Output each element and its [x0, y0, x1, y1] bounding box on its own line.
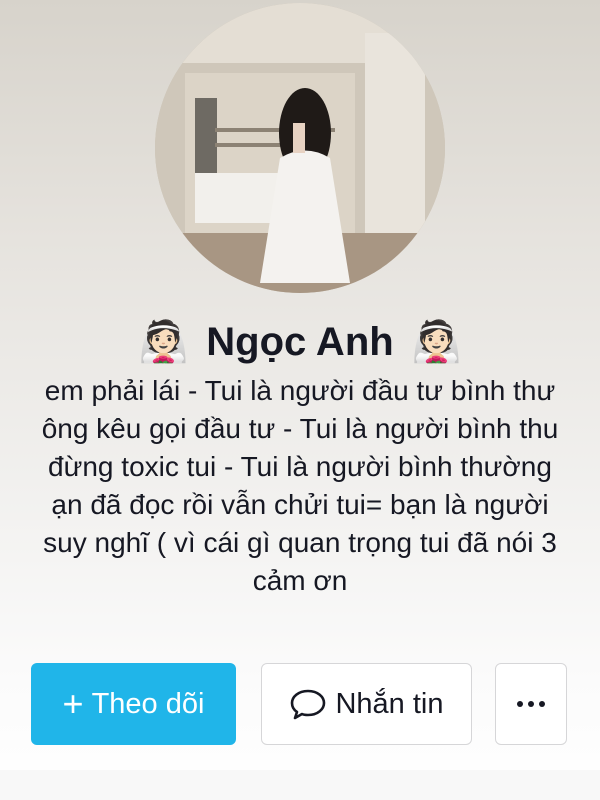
message-label: Nhắn tin — [335, 687, 444, 720]
bride-emoji-icon: 👰🏻 — [411, 319, 462, 365]
bio-line: cảm ơn — [252, 565, 348, 596]
follow-label: Theo dõi — [91, 687, 205, 720]
profile-name-row: 👰🏻 Ngọc Anh 👰🏻 — [0, 312, 600, 372]
profile-avatar[interactable] — [155, 3, 445, 293]
chat-bubble-icon — [289, 687, 327, 721]
more-dots-icon — [517, 701, 545, 707]
plus-icon: + — [62, 683, 84, 724]
bride-emoji-icon: 👰🏻 — [138, 319, 189, 365]
bio-line: ông kêu gọi đầu tư - Tui là người bình t… — [41, 413, 559, 444]
bio-line: em phải lái - Tui là người đầu tư bình t… — [44, 375, 556, 406]
bio-line: ạn đã đọc rồi vẫn chửi tui= bạn là người — [51, 489, 549, 520]
content-divider — [0, 770, 600, 800]
message-button[interactable]: Nhắn tin — [261, 663, 472, 745]
profile-name: Ngọc Anh — [206, 319, 394, 364]
follow-button[interactable]: + Theo dõi — [31, 663, 236, 745]
profile-bio: em phải lái - Tui là người đầu tư bình t… — [0, 372, 600, 600]
bio-line: đừng toxic tui - Tui là người bình thườn… — [48, 451, 552, 482]
bio-line: suy nghĩ ( vì cái gì quan trọng tui đã n… — [43, 527, 557, 558]
more-button[interactable] — [495, 663, 567, 745]
avatar-photo — [155, 3, 445, 293]
